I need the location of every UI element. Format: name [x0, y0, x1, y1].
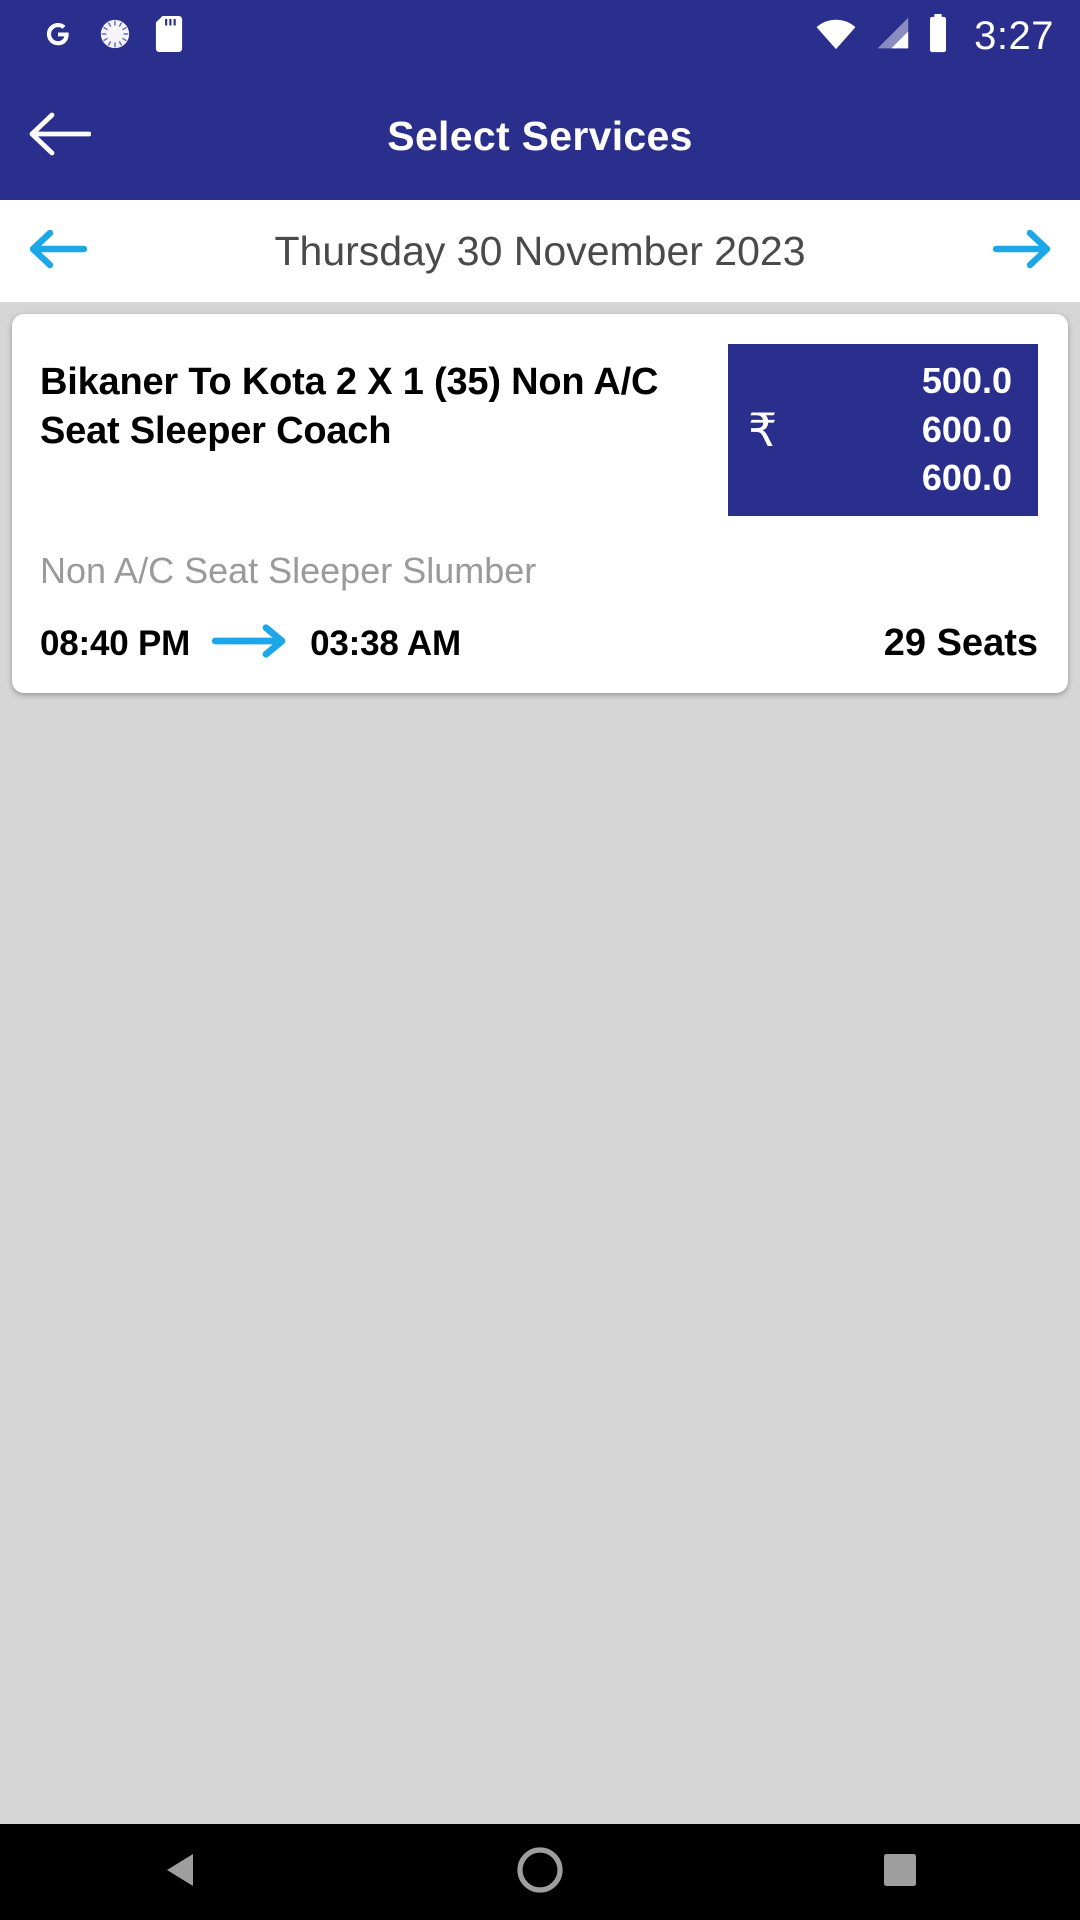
- journey-times: 08:40 PM 03:38 AM: [40, 624, 884, 664]
- rupee-icon: ₹: [748, 404, 778, 456]
- service-card-footer: 08:40 PM 03:38 AM 29 Seats: [40, 622, 1038, 665]
- date-navigation-bar: Thursday 30 November 2023: [0, 200, 1080, 302]
- fare-values: 500.0 600.0 600.0: [787, 360, 1012, 499]
- back-triangle-icon: [163, 1852, 197, 1893]
- nav-recents-button[interactable]: [825, 1824, 975, 1920]
- signal-icon: [872, 16, 912, 57]
- phone-screen: 3:27 Select Services Thursday 30 Novembe…: [0, 0, 1080, 1920]
- status-bar-right-icons: 3:27: [814, 13, 1054, 59]
- arrow-right-icon: [211, 624, 288, 663]
- nav-back-button[interactable]: [105, 1824, 255, 1920]
- selected-date[interactable]: Thursday 30 November 2023: [94, 228, 986, 275]
- fare-badge: ₹ 500.0 600.0 600.0: [728, 344, 1038, 516]
- arrow-right-icon: [992, 228, 1051, 275]
- nav-home-button[interactable]: [465, 1824, 615, 1920]
- app-bar: Select Services: [0, 72, 1080, 200]
- status-bar: 3:27: [0, 0, 1080, 72]
- status-bar-left-icons: [40, 15, 184, 57]
- back-arrow-icon: [29, 111, 92, 162]
- back-button[interactable]: [18, 94, 102, 178]
- previous-day-button[interactable]: [22, 215, 94, 287]
- google-icon: [40, 16, 76, 57]
- recents-square-icon: [882, 1852, 918, 1893]
- service-card-header: Bikaner To Kota 2 X 1 (35) Non A/C Seat …: [40, 344, 1038, 516]
- sync-spinner-icon: [98, 17, 132, 56]
- battery-icon: [926, 13, 950, 59]
- fare-value: 600.0: [921, 457, 1012, 499]
- services-list: Bikaner To Kota 2 X 1 (35) Non A/C Seat …: [0, 302, 1080, 1824]
- home-circle-icon: [517, 1846, 563, 1898]
- page-title: Select Services: [387, 112, 693, 159]
- wifi-icon: [814, 16, 858, 57]
- status-bar-clock: 3:27: [974, 13, 1054, 58]
- sd-card-icon: [154, 15, 184, 57]
- next-day-button[interactable]: [986, 215, 1058, 287]
- departure-time: 08:40 PM: [40, 623, 191, 663]
- fare-value: 600.0: [921, 408, 1012, 450]
- arrival-time: 03:38 AM: [310, 623, 461, 663]
- service-title: Bikaner To Kota 2 X 1 (35) Non A/C Seat …: [40, 361, 659, 453]
- fare-value: 500.0: [921, 360, 1012, 402]
- service-card[interactable]: Bikaner To Kota 2 X 1 (35) Non A/C Seat …: [12, 314, 1068, 693]
- service-subtitle: Non A/C Seat Sleeper Slumber: [40, 550, 537, 591]
- arrow-left-icon: [29, 228, 88, 275]
- android-navigation-bar: [0, 1824, 1080, 1920]
- seats-available: 29 Seats: [883, 622, 1038, 664]
